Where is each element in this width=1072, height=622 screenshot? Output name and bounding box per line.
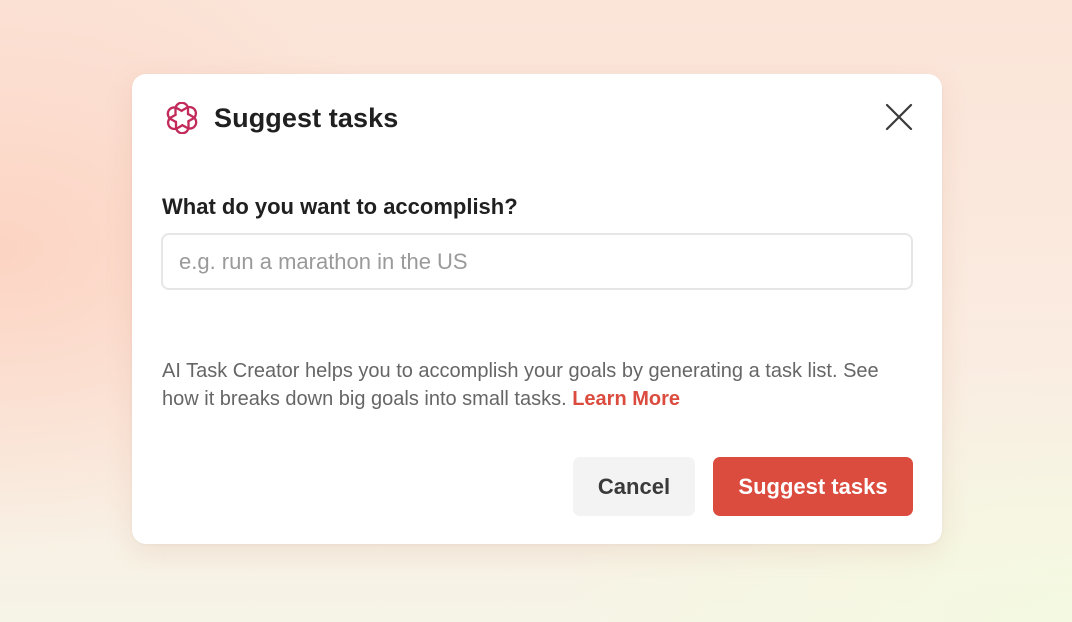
suggest-tasks-button[interactable]: Suggest tasks [713, 457, 913, 516]
goal-input[interactable] [161, 233, 913, 290]
openai-logo-icon [166, 102, 198, 134]
description-text: AI Task Creator helps you to accomplish … [162, 357, 912, 413]
cancel-button[interactable]: Cancel [573, 457, 695, 516]
close-button[interactable] [884, 102, 914, 132]
dialog-title: Suggest tasks [214, 102, 399, 133]
dialog-actions: Cancel Suggest tasks [573, 457, 913, 516]
dialog-header: Suggest tasks [166, 98, 398, 138]
suggest-tasks-dialog: Suggest tasks What do you want to accomp… [132, 74, 942, 544]
goal-field-label: What do you want to accomplish? [162, 194, 518, 219]
learn-more-link[interactable]: Learn More [572, 388, 680, 410]
close-icon [885, 103, 913, 131]
description-body: AI Task Creator helps you to accomplish … [162, 360, 879, 410]
